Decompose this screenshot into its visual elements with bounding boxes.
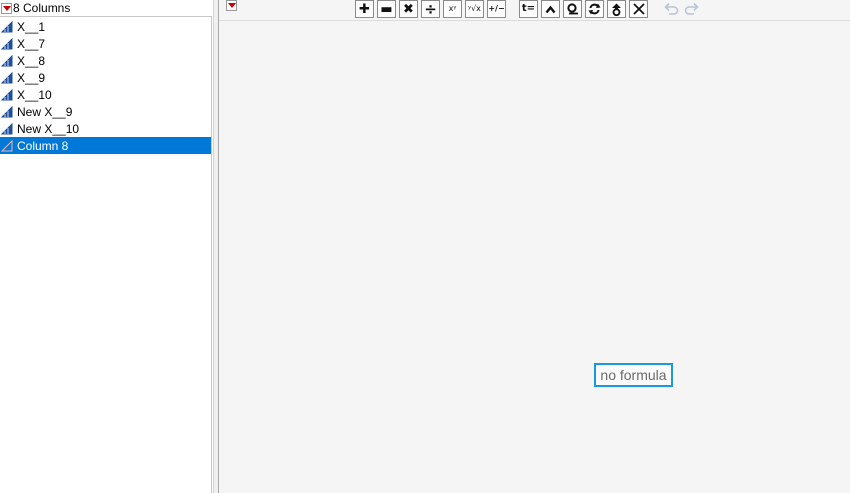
column-list-item[interactable]: X__7 — [0, 35, 211, 52]
continuous-column-icon — [1, 20, 13, 32]
column-list-item[interactable]: X__10 — [0, 86, 211, 103]
assign-button[interactable]: t= — [519, 0, 538, 18]
root-icon: ʸ√x — [468, 4, 481, 13]
continuous-column-icon — [1, 139, 13, 151]
redo-button[interactable] — [683, 0, 702, 18]
multiply-button[interactable]: ✖ — [399, 0, 418, 18]
continuous-column-icon — [1, 122, 13, 134]
editor-red-triangle-menu-icon[interactable] — [226, 0, 237, 11]
column-name-label: New X__9 — [17, 104, 73, 119]
continuous-column-icon — [1, 105, 13, 117]
columns-list: X__1 X__7 X__8 X__9 X__10 New X__9 New X__10 Co… — [0, 17, 211, 154]
column-list-item[interactable]: New X__9 — [0, 103, 211, 120]
column-name-label: X__7 — [17, 36, 46, 51]
peel-button[interactable] — [607, 0, 626, 18]
delete-button[interactable] — [629, 0, 648, 18]
root-button[interactable]: ʸ√x — [465, 0, 484, 18]
minus-icon: ▬ — [380, 1, 393, 17]
column-name-label: Column 8 — [17, 138, 69, 153]
undo-icon — [664, 2, 679, 15]
undo-button[interactable] — [661, 0, 680, 18]
divide-button[interactable]: ÷ — [421, 0, 440, 18]
columns-list-box[interactable]: X__1 X__7 X__8 X__9 X__10 New X__9 New X__10 Co… — [0, 16, 212, 493]
add-button[interactable]: ✚ — [355, 0, 374, 18]
continuous-column-icon — [1, 71, 13, 83]
continuous-column-icon — [1, 37, 13, 49]
divide-icon: ÷ — [424, 0, 437, 18]
caret-up-icon — [545, 5, 556, 13]
power-icon: xʸ — [448, 4, 457, 13]
columns-panel: 8 Columns X__1 X__7 X__8 X__9 X__10 New X__9 N… — [0, 0, 213, 493]
formula-toolbar: ✚ ▬ ✖ ÷ xʸ ʸ√x +/− t= — [219, 0, 850, 21]
power-button[interactable]: xʸ — [443, 0, 462, 18]
columns-count-label: 8 Columns — [13, 1, 71, 15]
columns-panel-header: 8 Columns — [0, 0, 213, 16]
x-icon — [632, 3, 645, 15]
swap-button[interactable] — [585, 0, 604, 18]
column-name-label: New X__10 — [17, 121, 80, 136]
plus-icon: ✚ — [359, 1, 370, 17]
empty-formula-placeholder[interactable]: no formula — [594, 363, 673, 387]
column-name-label: X__9 — [17, 70, 46, 85]
column-name-label: X__1 — [17, 19, 46, 34]
column-list-item[interactable]: Column 8 — [0, 137, 211, 154]
formula-editor: ✚ ▬ ✖ ÷ xʸ ʸ√x +/− t= no formula — [219, 0, 850, 493]
assign-icon: t= — [521, 3, 536, 14]
redo-icon — [684, 2, 699, 15]
formula-editor-window: 8 Columns X__1 X__7 X__8 X__9 X__10 New X__9 N… — [0, 0, 850, 493]
swap-icon — [588, 3, 601, 15]
column-name-label: X__10 — [17, 87, 52, 102]
times-icon: ✖ — [403, 1, 414, 17]
loop-icon — [567, 3, 578, 15]
sign-button[interactable]: +/− — [487, 0, 506, 18]
peel-icon — [612, 3, 621, 16]
column-list-item[interactable]: X__1 — [0, 18, 211, 35]
column-list-item[interactable]: X__8 — [0, 52, 211, 69]
column-name-label: X__8 — [17, 53, 46, 68]
continuous-column-icon — [1, 54, 13, 66]
continuous-column-icon — [1, 88, 13, 100]
column-list-item[interactable]: New X__10 — [0, 120, 211, 137]
plus-minus-icon: +/− — [488, 4, 505, 13]
local-variable-button[interactable] — [563, 0, 582, 18]
red-triangle-menu-icon[interactable] — [1, 2, 12, 14]
column-list-item[interactable]: X__9 — [0, 69, 211, 86]
subtract-button[interactable]: ▬ — [377, 0, 396, 18]
raise-button[interactable] — [541, 0, 560, 18]
